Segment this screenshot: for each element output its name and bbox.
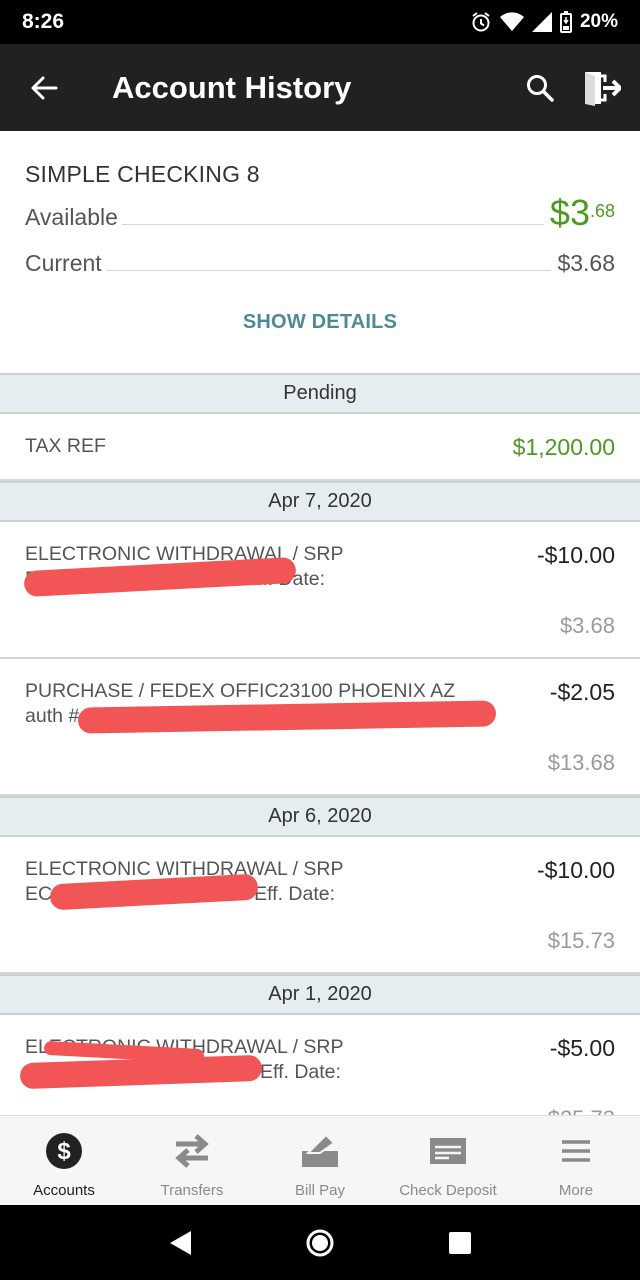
system-recents-button[interactable] — [436, 1219, 484, 1267]
status-icons: 20% — [470, 11, 618, 33]
section-header: Pending — [0, 373, 640, 414]
running-balance: $25.73 — [548, 1106, 615, 1115]
description-line-2-start: EC — [25, 883, 53, 905]
description-line-1: PURCHASE / FEDEX OFFIC23100 PHOENIX AZ — [25, 680, 456, 702]
svg-text:$: $ — [57, 1138, 71, 1165]
nav-label: Transfers — [160, 1182, 224, 1199]
available-balance-row: Available $3.68 — [25, 195, 615, 231]
hamburger-icon — [560, 1132, 592, 1170]
battery-percent: 20% — [579, 11, 618, 32]
search-icon — [527, 74, 554, 102]
section-header: Apr 7, 2020 — [0, 481, 640, 522]
transfer-arrows-icon — [172, 1132, 212, 1170]
leader-line — [105, 270, 552, 271]
search-button[interactable] — [518, 66, 562, 110]
transaction-amount: -$10.00 — [536, 542, 615, 568]
nav-item-accounts[interactable]: $ Accounts — [0, 1116, 128, 1205]
transaction-amount: -$10.00 — [536, 857, 615, 883]
transaction-row[interactable]: ELECTRONIC WITHDRAWAL / SRP EC Eff. Date:… — [0, 837, 640, 974]
section-header: Apr 6, 2020 — [0, 796, 640, 837]
available-dollars: $3 — [549, 192, 590, 233]
transaction-description: TAX REF — [25, 435, 106, 457]
system-home-button[interactable] — [296, 1219, 344, 1267]
square-recents-icon — [449, 1231, 471, 1254]
status-time: 8:26 — [22, 10, 65, 33]
system-nav-bar — [0, 1205, 640, 1280]
logout-icon — [585, 71, 621, 106]
back-button[interactable] — [0, 44, 88, 131]
transaction-list[interactable]: Pending TAX REF $1,200.00 Apr 7, 2020 EL… — [0, 373, 640, 1115]
wifi-icon — [499, 12, 524, 32]
page-title: Account History — [112, 69, 352, 105]
running-balance: $15.73 — [547, 928, 615, 953]
transaction-amount: $1,200.00 — [512, 434, 615, 460]
check-icon — [429, 1132, 467, 1170]
transaction-row[interactable]: ELECTRONIC WITHDRAWAL / SRP Eff. Date: -… — [0, 1015, 640, 1115]
transaction-row[interactable]: PURCHASE / FEDEX OFFIC23100 PHOENIX AZ a… — [0, 659, 640, 796]
status-bar: 8:26 20% — [0, 0, 640, 44]
app-bar: Account History — [0, 44, 640, 131]
system-back-button[interactable] — [156, 1219, 204, 1267]
transaction-amount: -$5.00 — [549, 1035, 615, 1061]
description-line-2-end: Eff. Date: — [260, 1061, 341, 1083]
nav-item-check-deposit[interactable]: Check Deposit — [384, 1116, 512, 1205]
nav-label: More — [558, 1182, 594, 1199]
section-header: Apr 1, 2020 — [0, 974, 640, 1015]
back-arrow-icon — [31, 76, 58, 99]
transaction-row[interactable]: ELECTRONIC WITHDRAWAL / SRP ECff. Date: … — [0, 522, 640, 659]
transaction-row[interactable]: TAX REF $1,200.00 — [0, 414, 640, 481]
description-line-2-end: Eff. Date: — [254, 883, 336, 905]
current-amount: $3.68 — [557, 250, 615, 276]
dollar-circle-icon: $ — [45, 1132, 83, 1170]
alarm-icon — [470, 11, 492, 33]
transaction-amount: -$2.05 — [549, 679, 615, 705]
current-label: Current — [25, 250, 102, 276]
nav-item-bill-pay[interactable]: Bill Pay — [256, 1116, 384, 1205]
cell-signal-icon — [531, 12, 552, 32]
circle-home-icon — [306, 1229, 334, 1256]
leader-line — [121, 224, 544, 225]
bottom-nav: $ Accounts Transfers Bill Pay Check Depo… — [0, 1115, 640, 1205]
triangle-back-icon — [170, 1230, 191, 1255]
bill-pay-icon — [300, 1132, 340, 1170]
account-name: SIMPLE CHECKING 8 — [25, 161, 260, 187]
available-label: Available — [25, 204, 118, 230]
nav-item-more[interactable]: More — [512, 1116, 640, 1205]
running-balance: $13.68 — [547, 750, 615, 775]
available-amount: $3.68 — [550, 195, 615, 231]
nav-item-transfers[interactable]: Transfers — [128, 1116, 256, 1205]
nav-label: Check Deposit — [399, 1182, 497, 1199]
nav-label: Bill Pay — [294, 1182, 346, 1199]
running-balance: $3.68 — [559, 613, 615, 638]
available-cents: .68 — [589, 201, 615, 221]
current-balance-row: Current $3.68 — [25, 250, 615, 277]
battery-icon — [559, 11, 572, 33]
logout-button[interactable] — [580, 66, 624, 110]
account-summary: SIMPLE CHECKING 8 Available $3.68 Curren… — [0, 131, 640, 373]
description-line-1: ELECTRONIC WITHDRAWAL / SRP — [25, 858, 344, 880]
nav-label: Accounts — [33, 1182, 95, 1199]
show-details-button[interactable]: SHOW DETAILS — [0, 311, 640, 334]
